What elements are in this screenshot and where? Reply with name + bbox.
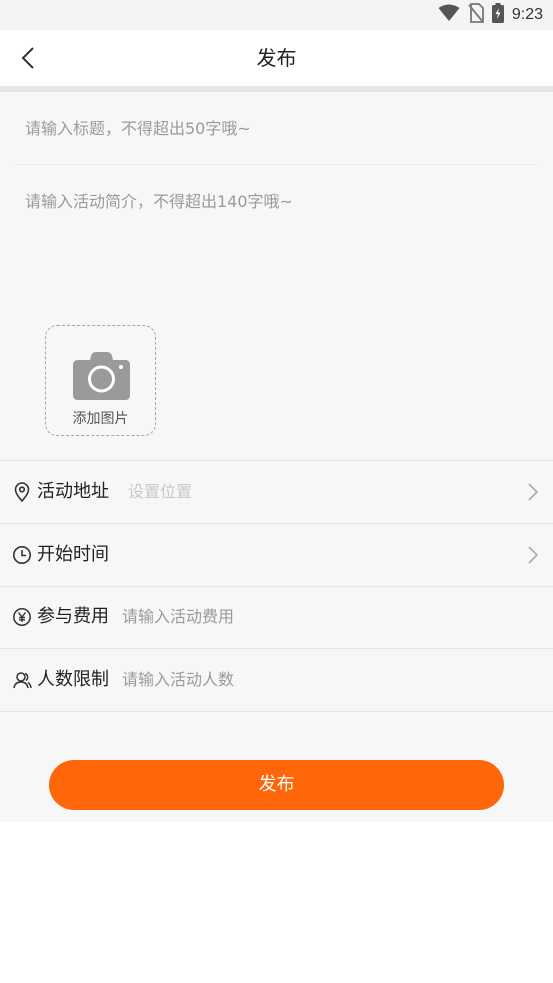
location-pin-icon — [14, 482, 30, 502]
people-limit-row: 人数限制 — [0, 649, 553, 712]
address-placeholder: 设置位置 — [128, 482, 193, 501]
publish-form: 添加图片 活动地址 设置位置 开始时间 — [0, 92, 553, 822]
wifi-icon — [438, 4, 460, 26]
page-title: 发布 — [256, 46, 297, 70]
fee-row: 参与费用 — [0, 586, 553, 649]
title-input[interactable] — [14, 108, 539, 148]
people-limit-input[interactable] — [122, 649, 502, 711]
add-photo-label: 添加图片 — [72, 411, 129, 427]
fee-label: 参与费用 — [37, 606, 109, 627]
add-photo-button[interactable]: 添加图片 — [45, 325, 156, 436]
start-time-row[interactable]: 开始时间 — [0, 524, 553, 587]
no-sim-icon — [468, 3, 484, 27]
address-row[interactable]: 活动地址 设置位置 — [0, 461, 553, 524]
start-time-label: 开始时间 — [37, 544, 109, 565]
battery-charging-icon — [491, 3, 504, 27]
page: 9:23 发布 添加图片 — [0, 0, 553, 983]
camera-icon — [73, 352, 130, 400]
yen-icon — [13, 608, 31, 626]
description-input[interactable] — [14, 184, 539, 294]
publish-button[interactable]: 发布 — [49, 760, 504, 810]
chevron-right-icon — [528, 483, 539, 501]
nav-bar: 发布 — [0, 30, 553, 86]
status-time: 9:23 — [511, 6, 543, 23]
chevron-right-icon — [528, 546, 539, 564]
fee-input[interactable] — [122, 586, 502, 648]
divider — [14, 164, 539, 165]
clock-icon — [13, 546, 31, 564]
people-icon — [13, 672, 32, 689]
address-label: 活动地址 — [37, 481, 109, 502]
people-limit-label: 人数限制 — [37, 669, 109, 690]
status-bar: 9:23 — [0, 0, 553, 30]
